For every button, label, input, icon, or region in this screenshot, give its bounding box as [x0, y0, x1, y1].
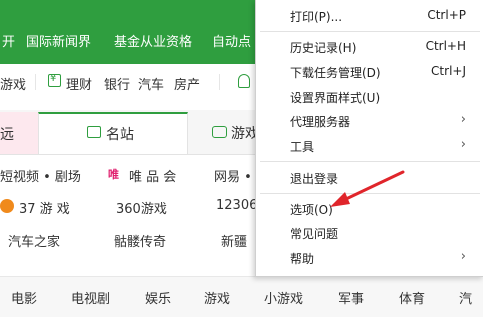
annotation-arrow-shaft: [344, 170, 405, 201]
annotation-arrow-icon: [330, 170, 405, 207]
annotation-arrow-head: [330, 192, 350, 207]
